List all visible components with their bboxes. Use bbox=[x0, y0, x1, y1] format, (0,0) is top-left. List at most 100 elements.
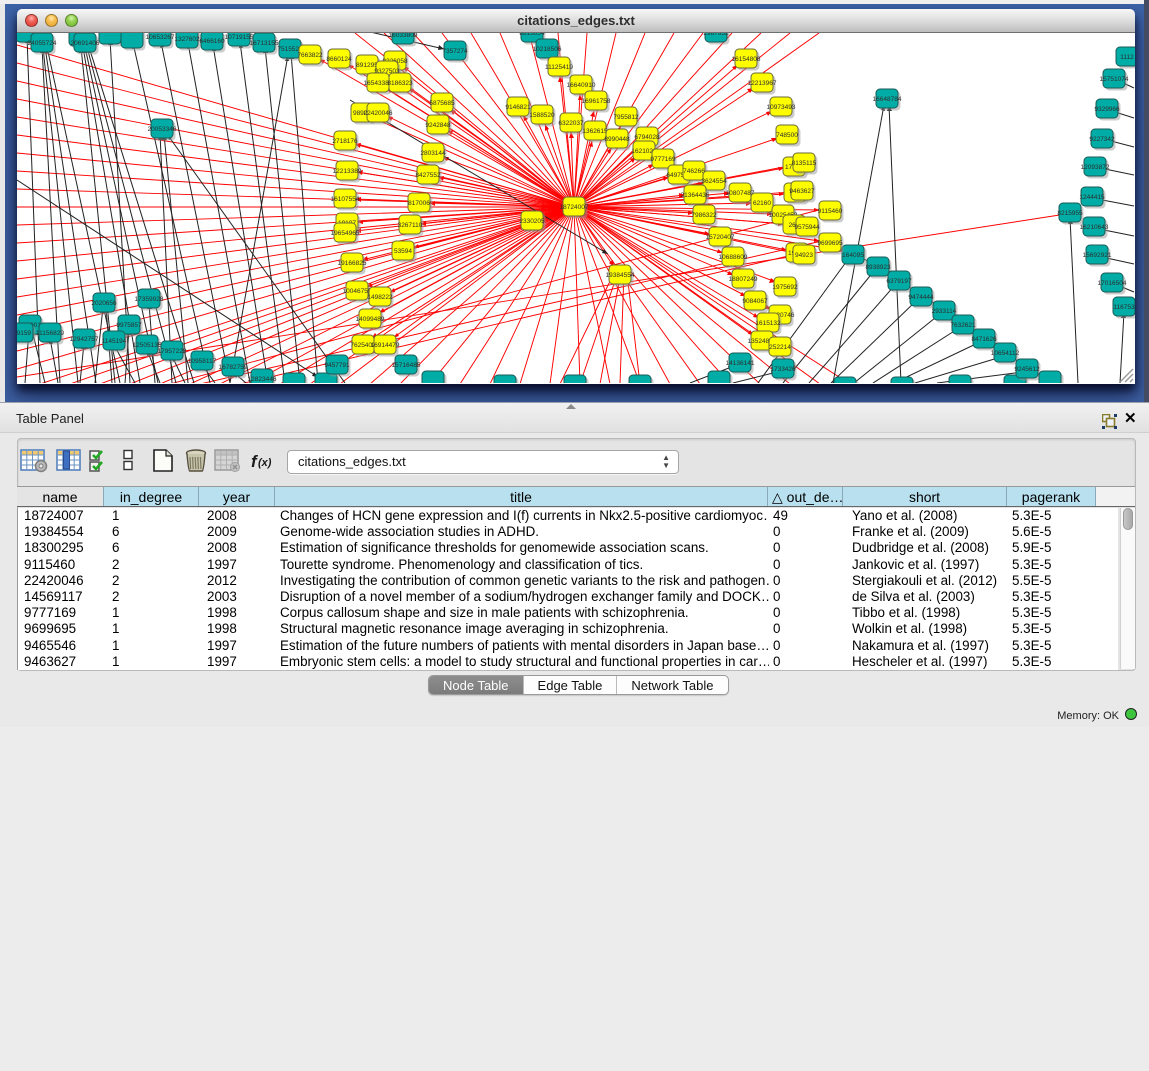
svg-text:15716485: 15716485 bbox=[392, 362, 421, 369]
svg-text:1244415: 1244415 bbox=[1079, 194, 1105, 201]
svg-text:14099489: 14099489 bbox=[356, 316, 385, 323]
svg-text:7955812: 7955812 bbox=[613, 114, 639, 121]
svg-text:1498222: 1498222 bbox=[367, 294, 393, 301]
svg-text:7663822: 7663822 bbox=[297, 52, 323, 59]
svg-text:10973493: 10973493 bbox=[767, 104, 796, 111]
svg-text:16033809: 16033809 bbox=[389, 33, 418, 39]
svg-text:116753: 116753 bbox=[1113, 304, 1135, 311]
svg-text:16648784: 16648784 bbox=[873, 96, 902, 103]
svg-text:8471626: 8471626 bbox=[971, 336, 997, 343]
svg-text:6466160: 6466160 bbox=[199, 38, 225, 45]
svg-text:9457791: 9457791 bbox=[324, 362, 350, 369]
svg-text:1145194: 1145194 bbox=[102, 338, 127, 345]
svg-text:18807249: 18807249 bbox=[729, 276, 758, 283]
svg-text:16154808: 16154808 bbox=[732, 56, 761, 63]
svg-text:9245612: 9245612 bbox=[1014, 366, 1040, 373]
svg-text:817006: 817006 bbox=[408, 200, 430, 207]
svg-text:1975692: 1975692 bbox=[772, 284, 798, 291]
svg-text:16640910: 16640910 bbox=[567, 82, 596, 89]
svg-text:12093872: 12093872 bbox=[1081, 164, 1110, 171]
svg-text:8938923: 8938923 bbox=[865, 264, 891, 271]
svg-text:21364436: 21364436 bbox=[681, 192, 710, 199]
svg-text:9463627: 9463627 bbox=[789, 188, 815, 195]
svg-text:9115460: 9115460 bbox=[818, 208, 843, 215]
svg-text:8427552: 8427552 bbox=[415, 172, 441, 179]
svg-text:3624554: 3624554 bbox=[701, 178, 727, 185]
svg-text:19654965: 19654965 bbox=[331, 230, 360, 237]
svg-text:17957223: 17957223 bbox=[158, 348, 187, 355]
svg-text:15720407: 15720407 bbox=[706, 234, 735, 241]
svg-text:2020656: 2020656 bbox=[91, 300, 117, 307]
svg-text:15692921: 15692921 bbox=[1083, 252, 1112, 259]
svg-text:748500: 748500 bbox=[776, 132, 798, 139]
svg-text:9777169: 9777169 bbox=[650, 156, 676, 163]
svg-text:9146821: 9146821 bbox=[505, 104, 531, 111]
svg-text:18724007: 18724007 bbox=[560, 204, 589, 211]
svg-text:12942757: 12942757 bbox=[70, 336, 99, 343]
svg-text:53594: 53594 bbox=[394, 248, 412, 255]
svg-text:1327602: 1327602 bbox=[174, 36, 200, 43]
svg-text:9084067: 9084067 bbox=[742, 298, 768, 305]
svg-text:11156829: 11156829 bbox=[36, 330, 64, 337]
svg-text:16107554: 16107554 bbox=[331, 196, 360, 203]
svg-text:8990448: 8990448 bbox=[604, 136, 630, 143]
svg-text:17359928: 17359928 bbox=[135, 296, 164, 303]
svg-text:6794028: 6794028 bbox=[634, 134, 660, 141]
svg-text:8215955: 8215955 bbox=[1057, 210, 1083, 217]
svg-text:19384554: 19384554 bbox=[606, 272, 635, 279]
svg-text:1362615: 1362615 bbox=[582, 128, 608, 135]
svg-text:252214: 252214 bbox=[769, 344, 791, 351]
svg-text:9242848: 9242848 bbox=[425, 122, 451, 129]
svg-text:2803144: 2803144 bbox=[420, 150, 446, 157]
svg-text:10807487: 10807487 bbox=[726, 190, 755, 197]
svg-text:8660124: 8660124 bbox=[326, 56, 352, 63]
svg-text:10653267: 10653267 bbox=[146, 34, 175, 41]
svg-text:19166825: 19166825 bbox=[338, 260, 367, 267]
svg-text:8186323: 8186323 bbox=[387, 80, 413, 87]
svg-text:11125419: 11125419 bbox=[545, 64, 573, 71]
svg-text:24055724: 24055724 bbox=[28, 40, 57, 47]
svg-text:16210643: 16210643 bbox=[1080, 224, 1109, 231]
svg-text:2933114: 2933114 bbox=[932, 308, 957, 315]
svg-text:8135115: 8135115 bbox=[792, 160, 817, 167]
svg-text:94923: 94923 bbox=[795, 252, 813, 259]
svg-text:6322037: 6322037 bbox=[558, 120, 584, 127]
svg-text:1615132: 1615132 bbox=[755, 320, 781, 327]
svg-text:1112: 1112 bbox=[1120, 54, 1134, 61]
svg-text:3267110: 3267110 bbox=[398, 222, 423, 229]
svg-text:12213389: 12213389 bbox=[333, 168, 362, 175]
svg-text:10218506: 10218506 bbox=[533, 46, 562, 53]
svg-text:9975857: 9975857 bbox=[116, 322, 142, 329]
svg-text:12823446: 12823446 bbox=[248, 376, 277, 383]
svg-text:2987652: 2987652 bbox=[703, 33, 729, 37]
svg-text:1733426: 1733426 bbox=[770, 366, 796, 373]
svg-text:16713155: 16713155 bbox=[250, 40, 279, 47]
svg-text:7986322: 7986322 bbox=[691, 212, 717, 219]
svg-text:20691406: 20691406 bbox=[71, 40, 100, 47]
svg-text:15751074: 15751074 bbox=[1100, 76, 1129, 83]
svg-text:9474444: 9474444 bbox=[908, 294, 934, 301]
svg-text:8813054: 8813054 bbox=[519, 33, 545, 37]
svg-text:7632621: 7632621 bbox=[950, 322, 976, 329]
svg-text:9227342: 9227342 bbox=[1089, 136, 1115, 143]
svg-text:9699695: 9699695 bbox=[817, 240, 843, 247]
svg-text:16782759: 16782759 bbox=[219, 364, 248, 371]
svg-text:2718176: 2718176 bbox=[332, 138, 358, 145]
svg-text:62160: 62160 bbox=[753, 200, 771, 207]
svg-text:6379197: 6379197 bbox=[886, 278, 912, 285]
svg-text:7357274: 7357274 bbox=[442, 48, 468, 55]
svg-text:22420046: 22420046 bbox=[364, 110, 393, 117]
svg-text:(x): (x) bbox=[258, 457, 272, 469]
svg-text:16914479: 16914479 bbox=[371, 342, 400, 349]
svg-text:746266: 746266 bbox=[683, 168, 705, 175]
svg-text:12213967: 12213967 bbox=[748, 80, 777, 87]
svg-text:9575944: 9575944 bbox=[794, 224, 820, 231]
svg-text:10654112: 10654112 bbox=[991, 350, 1020, 357]
svg-text:20053346: 20053346 bbox=[148, 126, 177, 133]
svg-text:14136141: 14136141 bbox=[726, 360, 755, 367]
svg-text:5875685: 5875685 bbox=[429, 100, 455, 107]
svg-text:10958117: 10958117 bbox=[188, 358, 217, 365]
svg-text:9329966: 9329966 bbox=[1094, 106, 1120, 113]
svg-text:10688609: 10688609 bbox=[719, 254, 748, 261]
svg-text:164095: 164095 bbox=[842, 252, 864, 259]
